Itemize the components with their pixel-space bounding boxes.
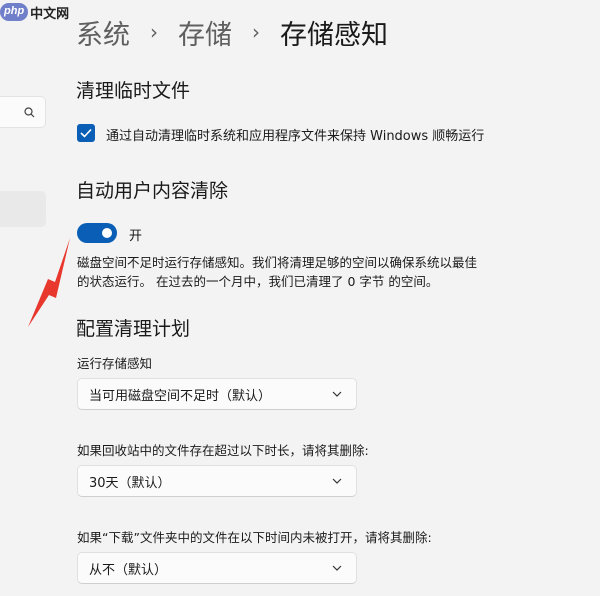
annotation-arrow [28,238,70,327]
